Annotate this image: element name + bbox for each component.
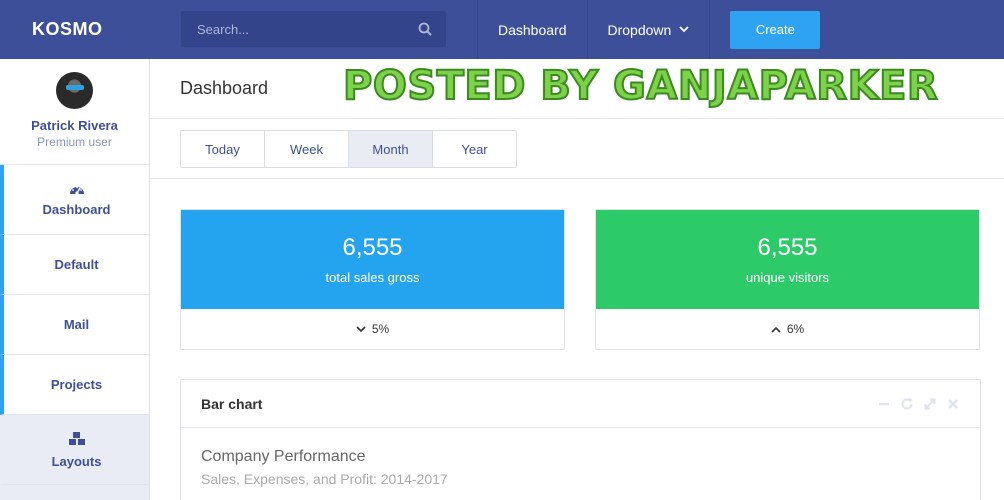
stat-card-body: 6,555 total sales gross [181,210,564,309]
stat-card-body: 6,555 unique visitors [596,210,979,309]
sidebar: Patrick Rivera Premium user Dashboard De… [0,59,150,500]
stat-value: 6,555 [757,234,818,261]
watermark-text: POSTED BY GANJAPARKER [342,62,939,110]
stat-label: total sales gross [325,270,420,285]
sidebar-item-label: Layouts [51,453,102,469]
stat-value: 6,555 [342,234,403,261]
nav-dashboard[interactable]: Dashboard [478,0,588,59]
search-box [181,11,446,47]
nav-dropdown-label: Dropdown [607,21,672,38]
minimize-icon[interactable] [877,397,891,411]
trend-value: 6% [786,322,805,336]
tab-month[interactable]: Month [349,131,433,167]
sidebar-item-dashboard[interactable]: Dashboard [0,165,149,235]
period-tabs: Today Week Month Year [180,130,517,168]
panel-tools [877,397,960,411]
refresh-icon[interactable] [900,397,914,411]
stat-card-sales: 6,555 total sales gross 5% [180,209,565,350]
cubes-icon [67,431,87,447]
sidebar-item-label: Default [54,257,99,272]
page-title: Dashboard [180,78,269,98]
top-navbar: KOSMO Dashboard Dropdown Create [0,0,1004,59]
search-icon[interactable] [418,22,432,36]
stat-label: unique visitors [745,270,830,285]
panel-header: Bar chart [181,380,980,428]
chart-title: Company Performance [201,448,366,465]
sidebar-item-projects[interactable]: Projects [0,355,149,415]
profile-name: Patrick Rivera [31,118,118,133]
stat-card-visitors: 6,555 unique visitors 6% [595,209,980,350]
dashboard-gauge-icon [69,183,85,195]
sidebar-item-label: Dashboard [42,201,111,217]
panel-title: Bar chart [201,395,263,412]
nav-dashboard-label: Dashboard [498,21,567,38]
bar-chart-panel: Bar chart Company Performance Sales, Exp… [180,379,981,500]
tab-year[interactable]: Year [433,131,516,167]
expand-icon[interactable] [923,397,937,411]
tab-week[interactable]: Week [265,131,349,167]
stat-trend: 5% [181,309,564,349]
chevron-down-icon [356,325,366,333]
period-tabs-row: Today Week Month Year [150,119,1004,179]
stat-cards: 6,555 total sales gross 5% 6,555 unique … [180,209,980,350]
chevron-up-icon [771,326,781,333]
sidebar-item-label: Mail [63,317,90,332]
profile-role: Premium user [37,135,112,149]
avatar[interactable] [56,72,93,109]
stat-trend: 6% [596,309,979,349]
create-button[interactable]: Create [730,10,821,49]
trend-value: 5% [371,322,390,336]
user-profile: Patrick Rivera Premium user [0,59,149,165]
create-wrap: Create [710,0,821,59]
chevron-down-icon [679,26,689,33]
main-content: Dashboard POSTED BY GANJAPARKER Today We… [150,59,1004,500]
tab-today[interactable]: Today [181,131,265,167]
sidebar-item-label: Projects [50,377,103,392]
close-icon[interactable] [946,397,960,411]
brand-logo[interactable]: KOSMO [0,0,150,59]
sidebar-item-layouts[interactable]: Layouts [0,415,149,485]
sidebar-item-default[interactable]: Default [0,235,149,295]
nav-dropdown[interactable]: Dropdown [588,0,711,59]
sidebar-item-mail[interactable]: Mail [0,295,149,355]
chart-subtitle: Sales, Expenses, and Profit: 2014-2017 [201,471,448,487]
search-input[interactable] [197,21,397,37]
